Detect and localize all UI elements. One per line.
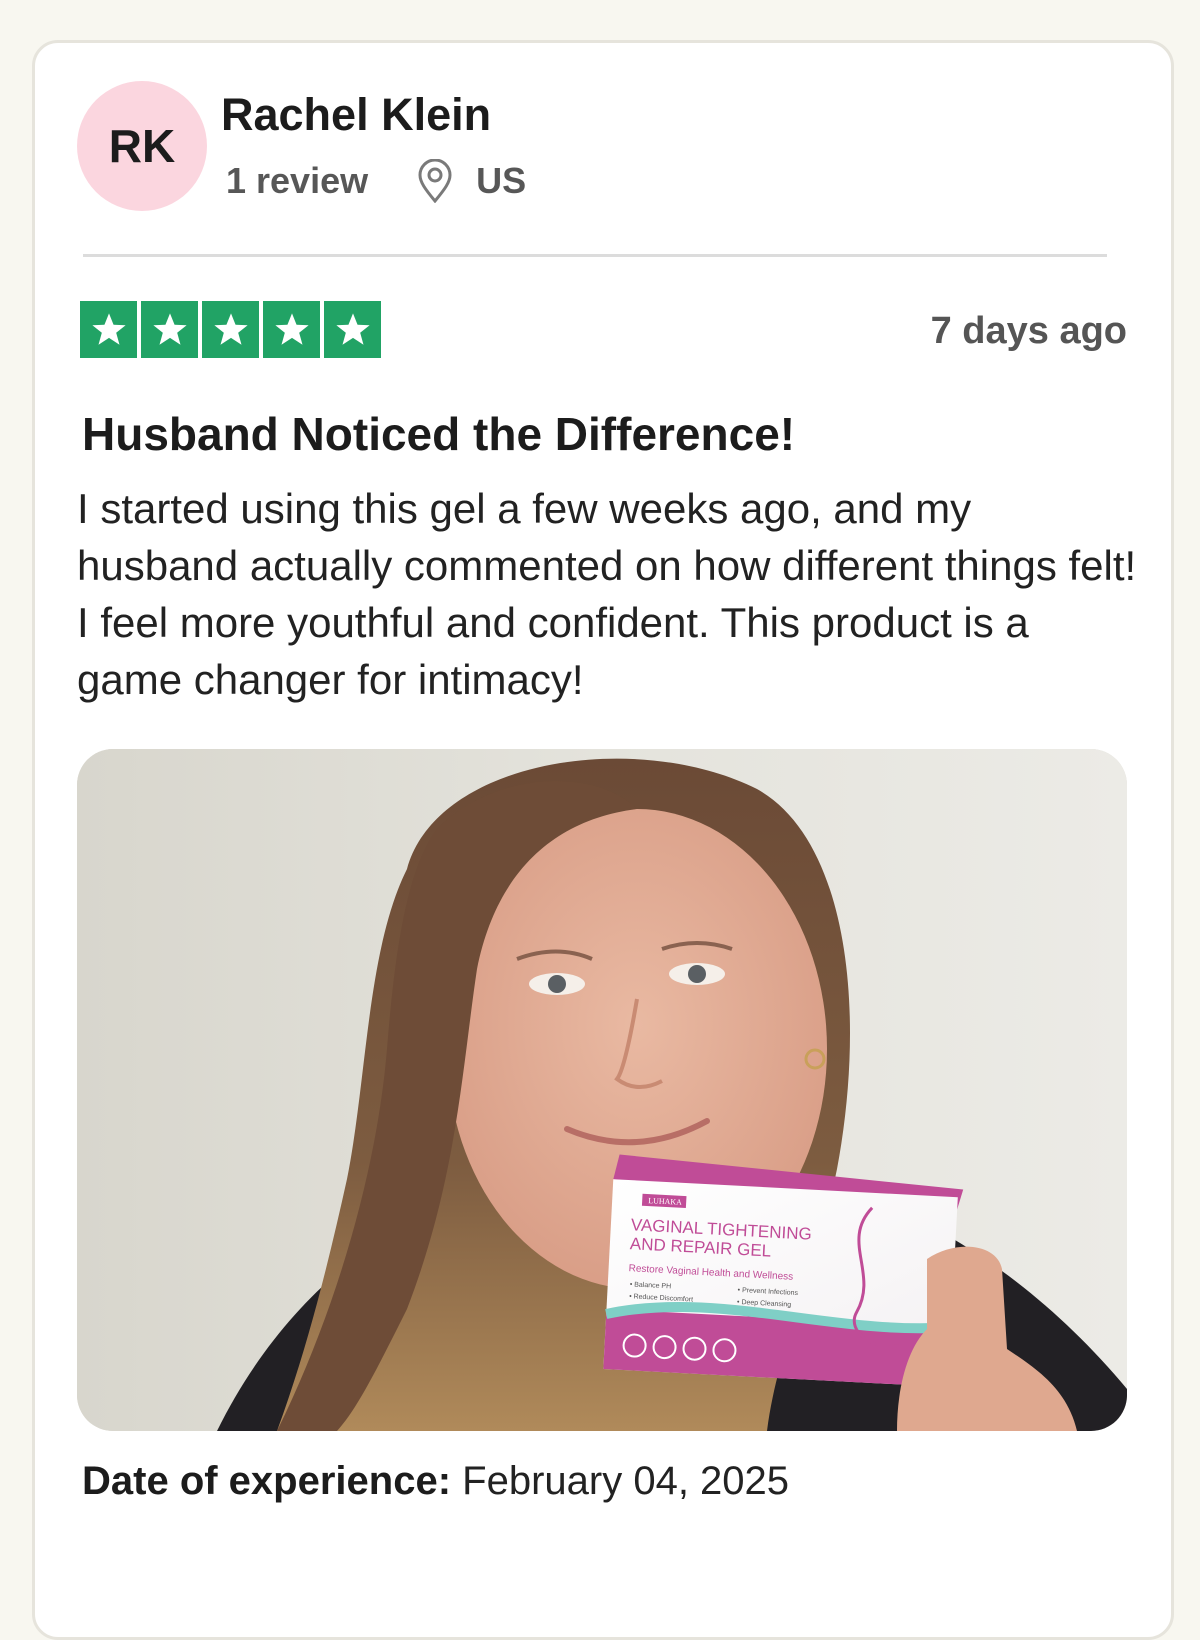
- review-photo[interactable]: LUHAKA VAGINAL TIGHTENING AND REPAIR GEL…: [77, 749, 1127, 1431]
- photo-illustration: LUHAKA VAGINAL TIGHTENING AND REPAIR GEL…: [77, 749, 1127, 1431]
- star-icon: [263, 301, 320, 358]
- reviewer-location: US: [476, 160, 527, 201]
- review-card: RK Rachel Klein 1 review US 7 days ago H…: [32, 40, 1174, 1640]
- star-icon: [141, 301, 198, 358]
- star-icon: [80, 301, 137, 358]
- experience-label: Date of experience:: [82, 1459, 452, 1503]
- avatar-initials: RK: [108, 120, 176, 172]
- divider: [83, 254, 1107, 257]
- review-body: I started using this gel a few weeks ago…: [77, 485, 1137, 703]
- star-icon: [202, 301, 259, 358]
- box-brand: LUHAKA: [648, 1196, 682, 1207]
- experience-date: February 04, 2025: [462, 1459, 790, 1503]
- location-pin-icon: [416, 158, 454, 204]
- star-rating: [80, 301, 381, 358]
- posted-time: 7 days ago: [930, 310, 1127, 352]
- date-of-experience: Date of experience: February 04, 2025: [82, 1457, 789, 1505]
- reviewer-name[interactable]: Rachel Klein: [221, 89, 491, 141]
- review-title: Husband Noticed the Difference!: [82, 408, 796, 460]
- avatar: RK: [77, 81, 207, 211]
- reviewer-meta: 1 review US: [226, 157, 526, 205]
- review-count: 1 review: [226, 160, 369, 201]
- star-icon: [324, 301, 381, 358]
